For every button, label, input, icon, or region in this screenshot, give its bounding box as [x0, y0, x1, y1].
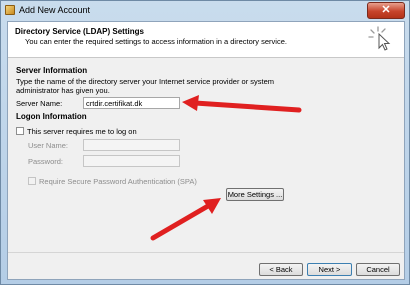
red-arrow-icon — [150, 198, 221, 241]
annotation-arrows — [150, 95, 302, 241]
red-arrow-icon — [182, 95, 302, 113]
